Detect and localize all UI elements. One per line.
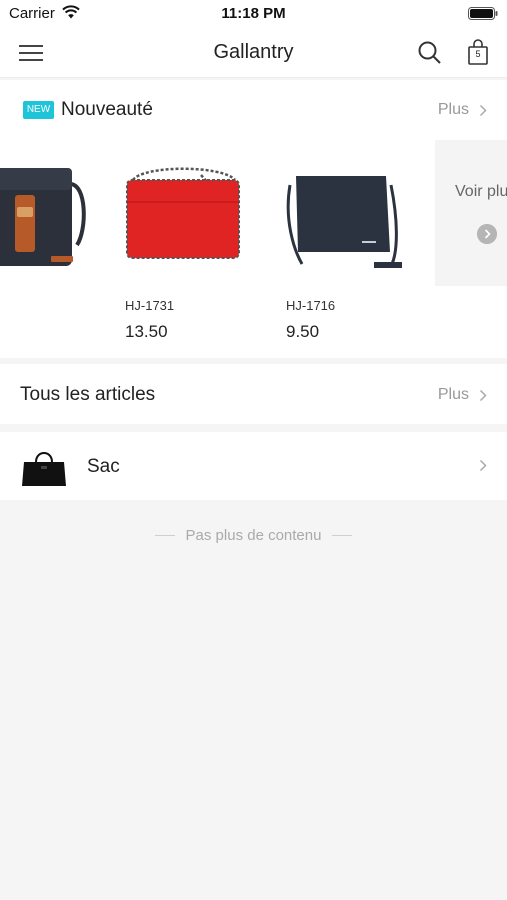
chevron-right-icon xyxy=(479,459,487,472)
cart-count-badge: 5 xyxy=(475,49,481,59)
product-card[interactable]: HJ-1731 13.50 xyxy=(113,140,253,341)
see-more-label: Voir plus xyxy=(455,183,507,200)
more-label: Plus xyxy=(437,386,469,403)
new-arrivals-section: NEW Nouveauté Plus HJ-1731 13.50 HJ-1716… xyxy=(0,80,507,358)
product-code: HJ-1716 xyxy=(286,298,336,313)
category-row[interactable]: Sac xyxy=(0,432,507,500)
new-arrivals-title: Nouveauté xyxy=(61,99,153,120)
new-badge: NEW xyxy=(23,101,54,119)
product-image xyxy=(126,167,240,259)
status-bar: Carrier 11:18 PM xyxy=(0,0,507,28)
divider-line xyxy=(154,534,175,536)
all-articles-section[interactable]: Tous les articles Plus xyxy=(0,364,507,424)
category-label: Sac xyxy=(87,456,120,477)
product-card[interactable]: HJ-1716 9.50 xyxy=(274,140,414,341)
category-thumbnail xyxy=(22,452,66,486)
divider-line xyxy=(332,534,353,536)
arrow-right-circle-icon xyxy=(477,224,497,244)
cart-button[interactable]: 5 xyxy=(466,38,490,66)
product-price: 9.50 xyxy=(286,322,320,341)
status-time: 11:18 PM xyxy=(221,5,286,22)
see-more-card[interactable]: Voir plus xyxy=(435,140,507,286)
product-card[interactable] xyxy=(0,140,97,340)
end-of-content: Pas plus de contenu xyxy=(0,525,507,545)
battery-icon xyxy=(468,7,498,20)
more-label: Plus xyxy=(437,101,469,118)
new-arrivals-more-link[interactable]: Plus xyxy=(438,101,487,119)
end-of-content-text: Pas plus de contenu xyxy=(185,526,322,544)
product-image xyxy=(286,176,402,268)
product-price: 13.50 xyxy=(125,322,168,341)
nav-bar: Gallantry 5 xyxy=(0,28,507,78)
all-articles-title: Tous les articles xyxy=(20,384,156,405)
product-image xyxy=(0,168,86,266)
chevron-right-icon xyxy=(479,104,487,116)
chevron-right-icon xyxy=(479,389,487,401)
all-articles-more-link[interactable]: Plus xyxy=(438,386,487,404)
product-code: HJ-1731 xyxy=(125,298,175,313)
search-icon[interactable] xyxy=(417,40,442,65)
